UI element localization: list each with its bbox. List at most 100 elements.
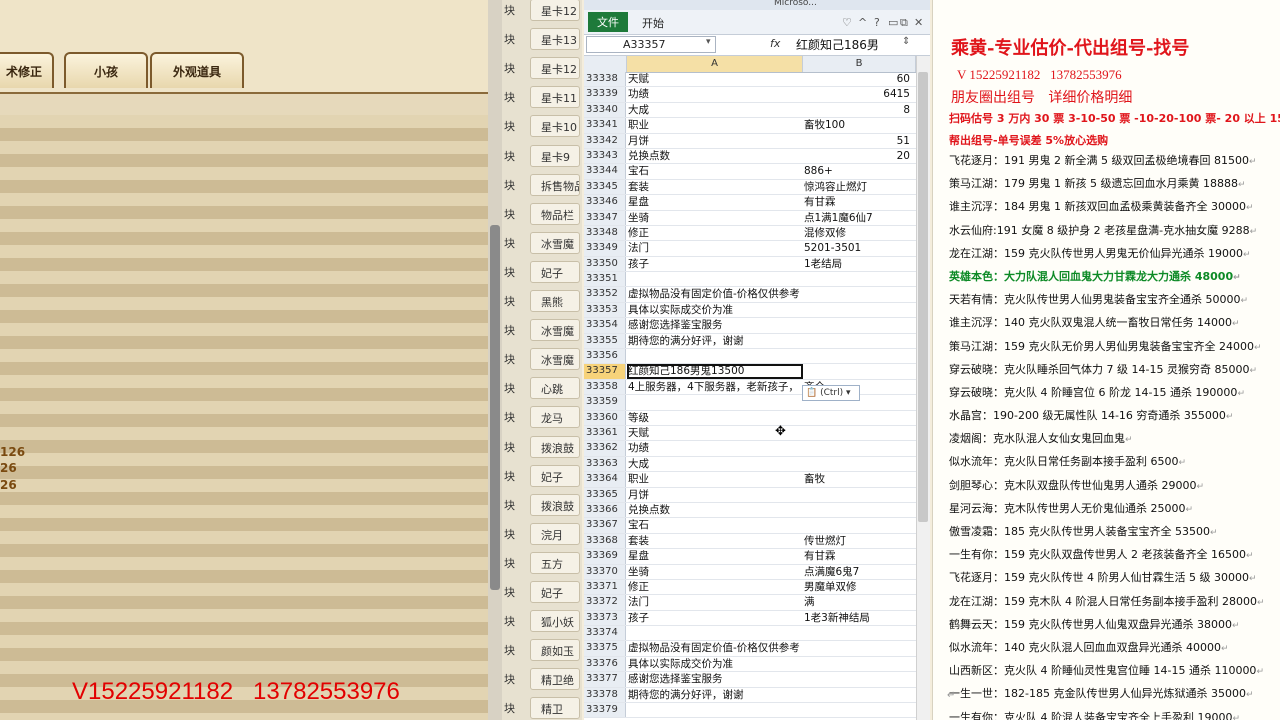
row-header[interactable]: 33346 (584, 195, 626, 210)
row-header[interactable]: 33341 (584, 118, 626, 133)
list-item-button[interactable]: 星卡12 (530, 57, 580, 80)
cell-a[interactable]: 法门 (628, 241, 802, 255)
row-header[interactable]: 33379 (584, 703, 626, 718)
row-header[interactable]: 33363 (584, 456, 626, 472)
cell-a[interactable]: 孩子 (628, 257, 802, 271)
cell-a[interactable]: 具体以实际成交价为准 (628, 303, 802, 317)
row-header[interactable]: 33370 (584, 564, 626, 579)
list-item-button[interactable]: 冰雪魔 (530, 231, 580, 254)
row-header[interactable]: 33376 (584, 656, 626, 672)
row-header[interactable]: 33364 (584, 472, 626, 487)
list-item[interactable]: 块 星卡9 (502, 142, 582, 171)
row-header[interactable]: 33375 (584, 641, 626, 656)
game-scroll-thumb[interactable] (490, 225, 500, 590)
row-header[interactable]: 33361 (584, 425, 626, 441)
list-item[interactable]: 块 拨浪鼓 (502, 433, 582, 462)
row-header[interactable]: 33366 (584, 502, 626, 518)
cell-a[interactable]: 宝石 (628, 518, 802, 532)
cell-b[interactable]: 1老结局 (804, 257, 910, 271)
list-item-button[interactable]: 心跳 (530, 377, 580, 400)
cell-a[interactable]: 红颜知己186男鬼13500 (628, 364, 802, 378)
collapse-ribbon-icon[interactable]: ^ (858, 16, 867, 29)
row-header[interactable]: 33365 (584, 487, 626, 502)
cell-b[interactable]: 5201-3501 (804, 241, 910, 255)
row-header[interactable]: 33360 (584, 410, 626, 425)
cell-a[interactable]: 兑换点数 (628, 149, 802, 163)
list-item-button[interactable]: 星卡11 (530, 86, 580, 109)
cell-b[interactable]: 20 (804, 149, 910, 163)
row-header[interactable]: 33369 (584, 549, 626, 564)
cell-b[interactable]: 点满魔6鬼7 (804, 565, 910, 579)
cell-a[interactable]: 4上服务器，4下服务器，老新孩子， (628, 380, 802, 394)
list-item-button[interactable]: 精卫绝 (530, 668, 580, 691)
list-item-button[interactable]: 拨浪鼓 (530, 435, 580, 458)
list-item[interactable]: 块 冰雪魔 (502, 316, 582, 345)
row-header[interactable]: 33349 (584, 241, 626, 256)
row-header[interactable]: 33373 (584, 610, 626, 626)
cell-b[interactable]: 点1满1魔6仙7 (804, 211, 910, 225)
cell-b[interactable]: 有甘霖 (804, 195, 910, 209)
cell-b[interactable]: 畜牧 (804, 472, 910, 486)
row-header[interactable]: 33359 (584, 395, 626, 410)
cell-a[interactable]: 兑换点数 (628, 503, 802, 517)
help-icon[interactable]: ? (874, 16, 880, 29)
restore-icon[interactable]: ⧉ (900, 16, 908, 30)
row-header[interactable]: 33368 (584, 533, 626, 549)
list-item-button[interactable]: 精卫 (530, 697, 580, 720)
cell-a[interactable]: 修正 (628, 226, 802, 240)
list-item-button[interactable]: 浣月 (530, 522, 580, 545)
list-item-button[interactable]: 冰雪魔 (530, 348, 580, 371)
row-header[interactable]: 33339 (584, 87, 626, 102)
cell-a[interactable]: 套装 (628, 180, 802, 194)
cell-a[interactable]: 修正 (628, 580, 802, 594)
cell-b[interactable]: 满 (804, 595, 910, 609)
cell-b[interactable]: 8 (804, 103, 910, 117)
cell-a[interactable]: 具体以实际成交价为准 (628, 657, 802, 671)
chevron-down-icon[interactable]: ▾ (706, 37, 711, 47)
row-header[interactable]: 33367 (584, 518, 626, 533)
list-item-button[interactable]: 拆售物品 (530, 173, 580, 196)
cell-b[interactable]: 886+ (804, 164, 910, 178)
minimize-icon[interactable]: ▭ (888, 16, 898, 29)
expand-formula-icon[interactable]: ⇕ (902, 36, 910, 47)
cell-a[interactable]: 坐骑 (628, 211, 802, 225)
cell-a[interactable]: 套装 (628, 534, 802, 548)
list-item-button[interactable]: 星卡9 (530, 144, 580, 167)
list-item-button[interactable]: 狐小妖 (530, 610, 580, 633)
list-item-button[interactable]: 冰雪魔 (530, 319, 580, 342)
row-header[interactable]: 33342 (584, 133, 626, 148)
list-item-button[interactable]: 妃子 (530, 581, 580, 603)
cell-b[interactable]: 51 (804, 134, 910, 148)
cell-b[interactable]: 男魔单双修 (804, 580, 910, 594)
list-item[interactable]: 块 物品栏 (502, 200, 582, 229)
cell-a[interactable]: 法门 (628, 595, 802, 609)
fx-icon[interactable]: fx (770, 37, 780, 50)
list-item[interactable]: 块 星卡11 (502, 83, 582, 112)
heart-icon[interactable]: ♡ (842, 16, 852, 29)
cell-b[interactable]: 有甘霖 (804, 549, 910, 563)
list-item-button[interactable]: 妃子 (530, 260, 580, 283)
list-item-button[interactable]: 星卡13 (530, 28, 580, 51)
list-item-button[interactable]: 物品栏 (530, 202, 580, 225)
list-item[interactable]: 块 拆售物品 (502, 171, 582, 200)
row-header[interactable]: 33348 (584, 225, 626, 241)
row-header[interactable]: 33345 (584, 179, 626, 195)
cell-a[interactable]: 期待您的满分好评，谢谢 (628, 334, 802, 348)
row-header[interactable]: 33362 (584, 441, 626, 456)
column-header-a[interactable]: A (627, 56, 803, 72)
row-header[interactable]: 33343 (584, 148, 626, 164)
row-header[interactable]: 33350 (584, 256, 626, 272)
list-item[interactable]: 块 龙马 (502, 403, 582, 432)
cell-a[interactable]: 宝石 (628, 164, 802, 178)
list-item[interactable]: 块 妃子 (502, 578, 582, 607)
row-header[interactable]: 33357 (584, 364, 626, 379)
list-item[interactable]: 块 黑熊 (502, 287, 582, 316)
cell-a[interactable]: 大成 (628, 457, 802, 471)
list-item[interactable]: 块 冰雪魔 (502, 229, 582, 258)
row-header[interactable]: 33372 (584, 595, 626, 610)
row-header[interactable]: 33374 (584, 626, 626, 641)
cell-a[interactable]: 孩子 (628, 611, 802, 625)
row-header[interactable]: 33377 (584, 672, 626, 687)
cell-a[interactable]: 功绩 (628, 441, 802, 455)
paste-options-button[interactable]: 📋 (Ctrl) ▾ (802, 385, 860, 401)
